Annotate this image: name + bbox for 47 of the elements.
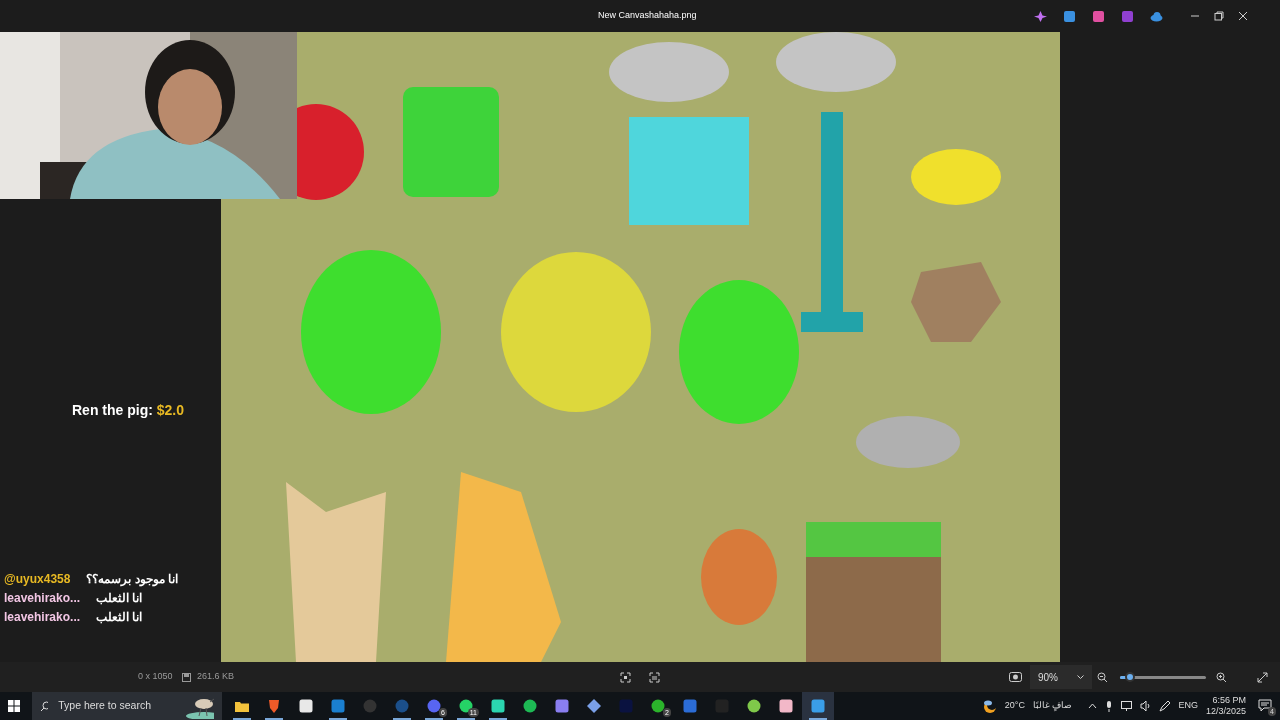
microphone-icon[interactable]	[1105, 700, 1114, 712]
app-tile-icon	[779, 699, 793, 713]
zoom-dropdown[interactable]: 90%	[1030, 665, 1092, 689]
clock-time[interactable]: 6:56 PM	[1212, 695, 1246, 706]
chat-message: انا موجود برسمه؟؟	[86, 570, 179, 588]
search-icon	[40, 700, 49, 712]
folder-icon	[235, 699, 249, 713]
sparkle-icon[interactable]	[1034, 10, 1047, 22]
pen-icon[interactable]	[1159, 700, 1171, 712]
clock-date[interactable]: 12/3/2025	[1205, 706, 1246, 717]
speaker-icon[interactable]	[1140, 701, 1152, 711]
notification-icon[interactable]	[1258, 699, 1272, 713]
chat-username: leavehirako...	[4, 608, 81, 626]
expand-icon[interactable]	[1257, 671, 1268, 683]
chat-message: انا الثعلب	[96, 608, 143, 626]
cloud-icon[interactable]	[1150, 10, 1163, 22]
file-size: 261.6 KB	[197, 670, 235, 684]
app-tile-icon	[491, 699, 505, 713]
image-dimensions: 0 x 1050	[138, 670, 173, 684]
zoom-in-icon[interactable]	[1216, 671, 1227, 683]
chevron-up-icon[interactable]	[1088, 703, 1098, 709]
chat-username: leavehirako...	[4, 589, 81, 607]
zoom-slider-thumb[interactable]	[1125, 671, 1136, 682]
crop-icon[interactable]	[649, 671, 660, 683]
zoom-out-icon[interactable]	[1097, 671, 1108, 683]
weather-condition: صافٍ غالبًا	[1032, 699, 1073, 713]
chat-username: @uyux4358	[4, 570, 71, 588]
chevron-down-icon	[1077, 674, 1084, 680]
app-tile-icon	[619, 699, 633, 713]
eye-icon[interactable]	[1009, 672, 1022, 682]
donation-text: Ren the pig: $2.0	[72, 401, 185, 420]
search-box[interactable]: Type here to search	[32, 692, 222, 720]
weather-icon	[982, 699, 997, 713]
monitor-icon[interactable]	[1121, 701, 1133, 711]
restore-icon[interactable]	[1214, 11, 1224, 21]
save-icon	[182, 672, 191, 682]
temperature: 20°C	[1004, 699, 1025, 713]
search-field[interactable]: Type here to search	[56, 697, 177, 715]
fit-icon[interactable]	[620, 671, 631, 683]
language-indicator[interactable]: ENG	[1178, 699, 1198, 713]
zoom-slider[interactable]	[1120, 675, 1206, 679]
diamond-icon	[587, 699, 601, 713]
chat-message: انا الثعلب	[96, 589, 143, 607]
window-title: New Canvashahaha.png	[598, 9, 697, 23]
start-icon[interactable]	[8, 700, 20, 712]
close-icon[interactable]	[1238, 11, 1248, 21]
shield-icon	[267, 699, 281, 713]
